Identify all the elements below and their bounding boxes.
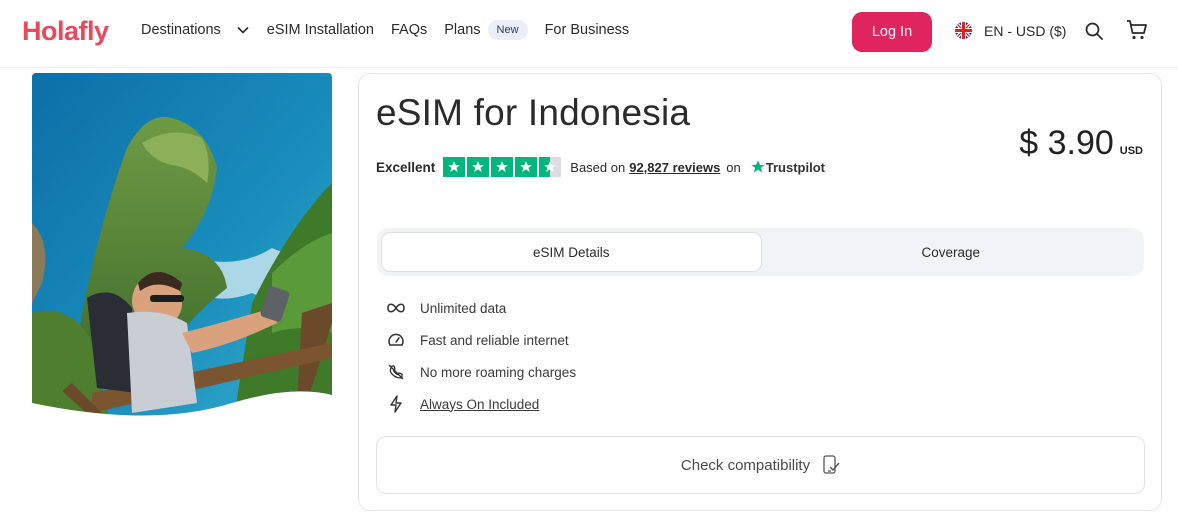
new-badge: New xyxy=(487,20,528,40)
nav-faqs-label: FAQs xyxy=(391,22,428,38)
main-nav: Destinations eSIM Installation FAQs Plan… xyxy=(141,20,629,40)
reviews-prefix: Based on xyxy=(570,159,626,175)
always-on-link[interactable]: Always On Included xyxy=(420,397,539,412)
reviews-count-link[interactable]: 92,827 reviews xyxy=(629,160,720,175)
rating-label: Excellent xyxy=(376,159,436,175)
nav-for-business[interactable]: For Business xyxy=(545,22,630,38)
check-compatibility-label: Check compatibility xyxy=(680,456,811,474)
nav-esim-installation-label: eSIM Installation xyxy=(266,22,374,38)
feature-list: Unlimited data Fast and reliable interne… xyxy=(386,292,576,420)
price-currency: USD xyxy=(1119,145,1143,157)
product-tabs: eSIM Details Coverage xyxy=(377,228,1144,276)
lightning-icon xyxy=(386,395,406,413)
infinity-icon xyxy=(386,302,406,314)
chevron-down-icon[interactable] xyxy=(237,22,249,38)
tab-esim-details[interactable]: eSIM Details xyxy=(381,232,762,272)
feature-label: Fast and reliable internet xyxy=(420,332,569,348)
nav-plans-label: Plans xyxy=(444,22,481,38)
language-currency-label: EN - USD ($) xyxy=(984,22,1067,39)
shopping-cart-icon[interactable] xyxy=(1125,18,1149,47)
product-title: eSIM for Indonesia xyxy=(376,92,691,133)
half-star-icon xyxy=(539,157,562,177)
feature-label: No more roaming charges xyxy=(420,364,577,380)
speedometer-icon xyxy=(386,331,406,349)
check-compatibility-button[interactable]: Check compatibility xyxy=(376,436,1145,494)
uk-flag-icon xyxy=(955,22,972,39)
star-icon xyxy=(443,157,466,177)
star-icon xyxy=(467,157,490,177)
language-currency-selector[interactable]: EN - USD ($) xyxy=(955,22,1066,39)
feature-label: Unlimited data xyxy=(420,300,507,316)
nav-faqs[interactable]: FAQs xyxy=(391,22,427,38)
star-icon xyxy=(491,157,514,177)
price: $ 3.90 USD xyxy=(1019,124,1143,163)
feature-unlimited-data: Unlimited data xyxy=(386,292,576,324)
trustpilot-rating: Excellent Based on 92,827 reviews on Tru… xyxy=(376,157,825,177)
nav-destinations-label: Destinations xyxy=(141,22,221,38)
nav-destinations[interactable]: Destinations xyxy=(141,22,267,38)
holafly-logo[interactable]: Holafly xyxy=(22,16,109,47)
nav-for-business-label: For Business xyxy=(544,22,630,38)
nav-esim-installation[interactable]: eSIM Installation xyxy=(267,22,374,38)
search-icon[interactable] xyxy=(1084,21,1104,46)
login-button[interactable]: Log In xyxy=(852,12,932,52)
rating-stars xyxy=(443,157,562,177)
star-icon xyxy=(515,157,538,177)
feature-no-roaming: No more roaming charges xyxy=(386,356,576,388)
price-amount: $ 3.90 xyxy=(1019,124,1114,162)
hero-image-traveler-selfie xyxy=(32,73,332,431)
product-card: eSIM for Indonesia Excellent Based on 92… xyxy=(358,73,1162,511)
nav-plans[interactable]: Plans New xyxy=(444,20,528,40)
feature-always-on: Always On Included xyxy=(386,388,576,420)
trustpilot-star-icon xyxy=(751,160,765,173)
site-header: Holafly Destinations eSIM Installation F… xyxy=(0,0,1178,68)
tab-coverage[interactable]: Coverage xyxy=(762,232,1141,272)
trustpilot-logo: Trustpilot xyxy=(750,159,825,175)
trustpilot-label: Trustpilot xyxy=(765,159,825,175)
feature-fast-internet: Fast and reliable internet xyxy=(386,324,576,356)
reviews-suffix: on xyxy=(726,159,741,175)
phone-check-icon xyxy=(822,455,840,475)
no-roaming-icon xyxy=(386,363,406,381)
